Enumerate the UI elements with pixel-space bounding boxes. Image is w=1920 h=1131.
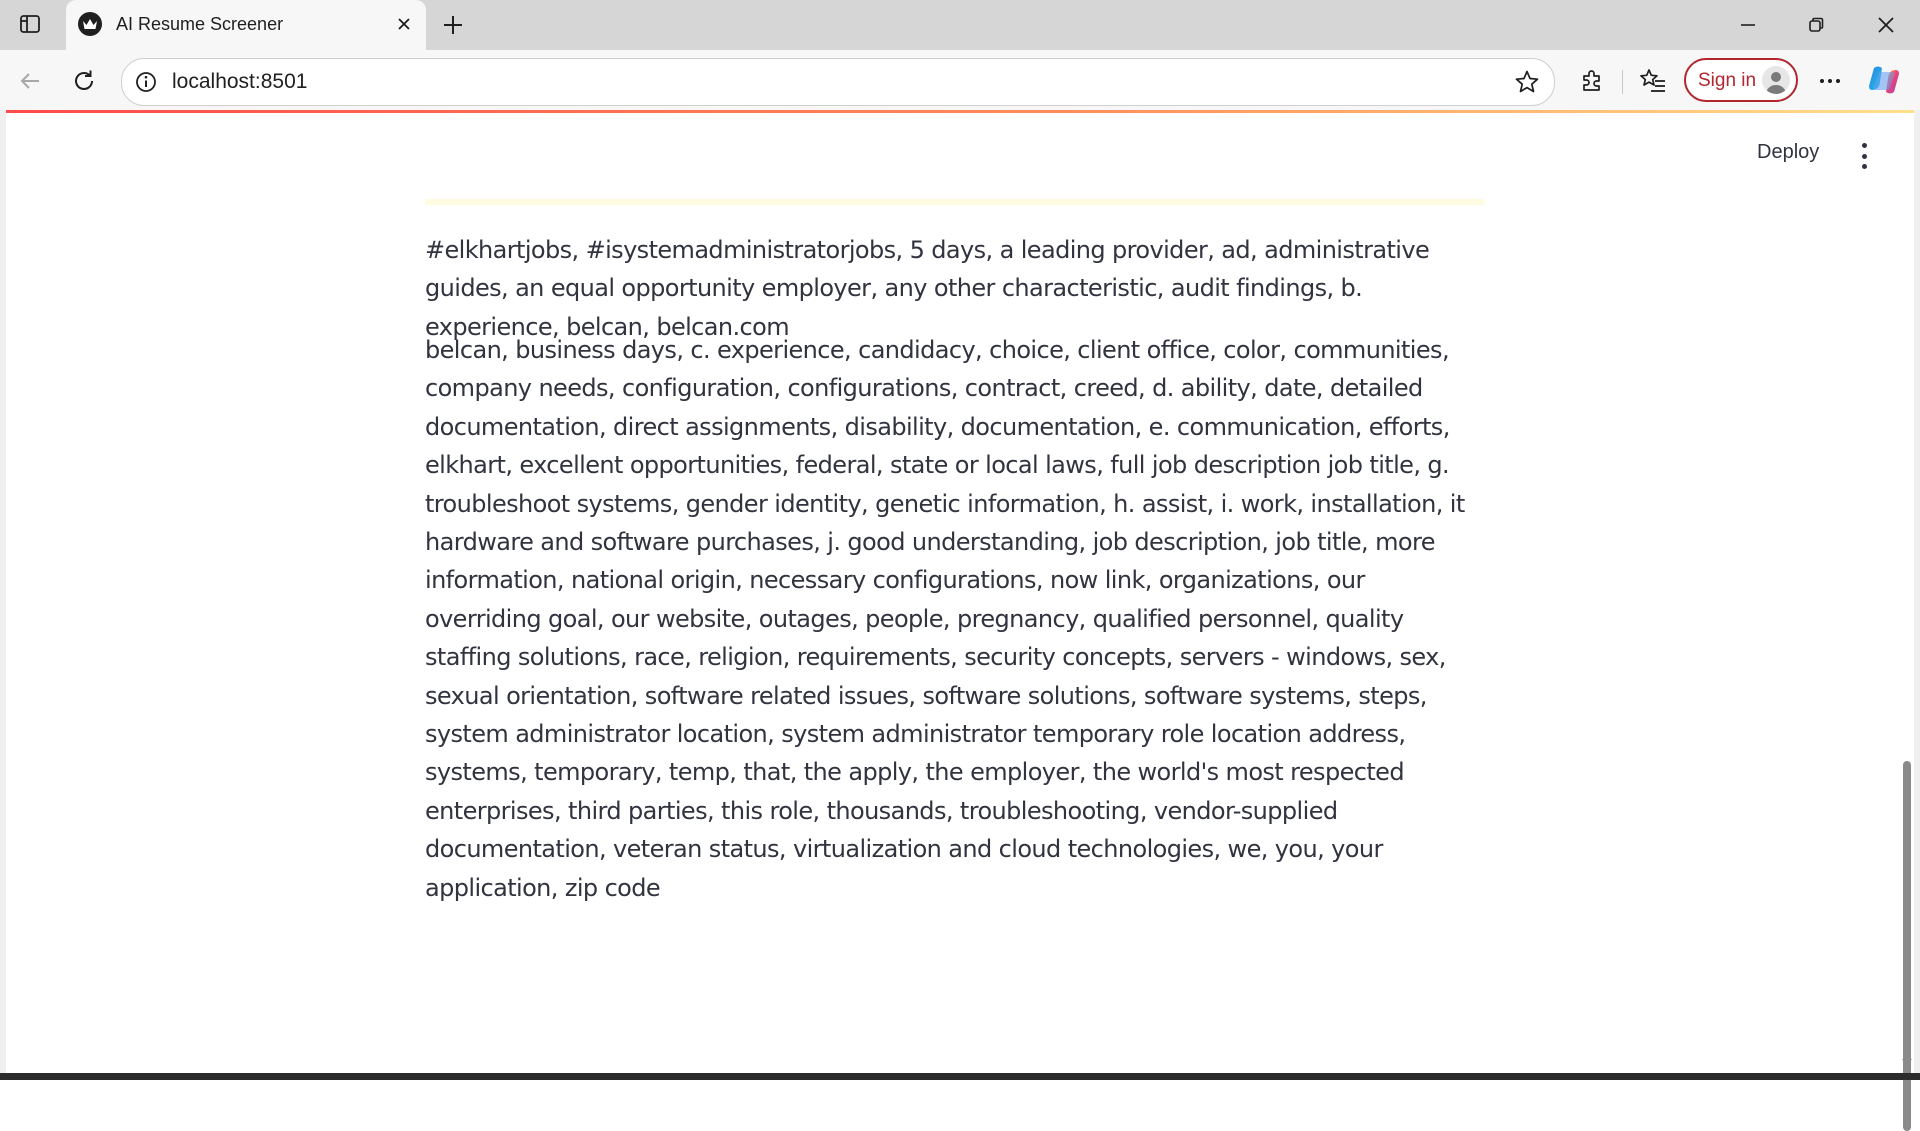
new-tab-icon[interactable] <box>438 10 468 40</box>
copilot-icon[interactable] <box>1866 62 1902 98</box>
close-tab-icon[interactable] <box>392 12 416 36</box>
profile-avatar-icon <box>1762 66 1790 94</box>
deploy-button[interactable]: Deploy <box>1757 141 1819 164</box>
window-frame-right <box>1914 110 1920 1073</box>
tab-title: AI Resume Screener <box>116 14 284 34</box>
refresh-icon[interactable] <box>66 63 102 99</box>
window-bottom-edge <box>0 1073 1920 1080</box>
active-tab[interactable]: AI Resume Screener <box>66 0 426 52</box>
tab-actions-icon[interactable] <box>12 10 48 38</box>
address-bar[interactable]: localhost:8501 <box>121 58 1555 106</box>
back-arrow-icon[interactable] <box>12 63 48 99</box>
restore-icon[interactable] <box>1782 0 1850 50</box>
app-page: Deploy #elkhartjobs, #isystemadministrat… <box>6 113 1914 1131</box>
crown-favicon-icon <box>78 12 102 36</box>
app-menu-icon[interactable] <box>1854 143 1874 169</box>
toolbar-divider <box>1622 70 1623 94</box>
site-info-icon[interactable] <box>134 70 158 94</box>
keyword-paragraph-1: #elkhartjobs, #isystemadministratorjobs,… <box>425 236 1430 341</box>
browser-toolbar: localhost:8501 Sign in <box>0 50 1920 112</box>
minimize-icon[interactable] <box>1714 0 1782 50</box>
favorite-star-icon[interactable] <box>1514 69 1540 95</box>
url-text: localhost:8501 <box>172 70 308 93</box>
extensions-icon[interactable] <box>1576 65 1608 97</box>
scroll-down-arrow-icon[interactable] <box>1902 1059 1912 1066</box>
tab-strip: AI Resume Screener <box>0 0 1920 52</box>
sign-in-button[interactable]: Sign in <box>1684 58 1798 102</box>
close-window-icon[interactable] <box>1852 0 1920 50</box>
favorites-icon[interactable] <box>1637 65 1669 97</box>
sign-in-label: Sign in <box>1698 70 1757 91</box>
warning-callout-bar <box>425 199 1485 205</box>
keyword-paragraph-2: belcan, business days, c. experience, ca… <box>425 336 1465 902</box>
more-options-icon[interactable] <box>1814 65 1846 97</box>
